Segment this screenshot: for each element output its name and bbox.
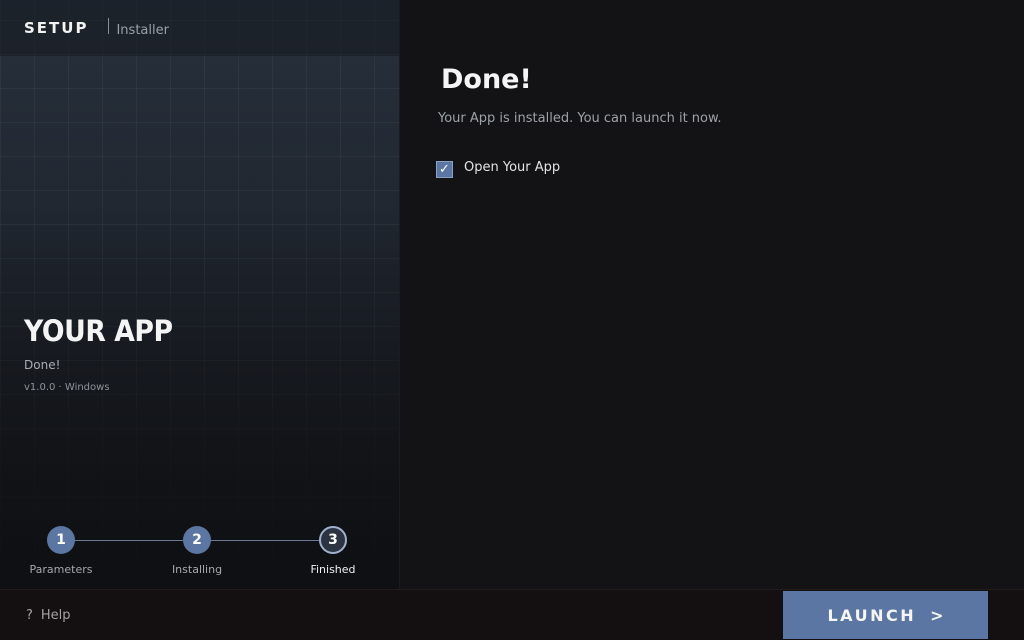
launch-label: LAUNCH (827, 605, 917, 625)
app-info: YOUR APP Done! v1.0.0 · Windows (24, 314, 186, 393)
open-app-option[interactable]: ✓ Open Your App (436, 160, 560, 178)
brand-bar: SETUP Installer (0, 0, 399, 56)
footer-bar: ? Help LAUNCH > (0, 589, 1024, 640)
step-installing: 2 Installing (152, 526, 242, 576)
app-version-platform: v1.0.0 · Windows (24, 382, 110, 393)
step-label-current: Finished (310, 563, 356, 576)
open-app-label[interactable]: Open Your App (464, 160, 560, 175)
brand-divider (108, 18, 110, 34)
app-name: YOUR APP (24, 314, 173, 348)
step-indicator: 1 Parameters 2 Installing 3 Finished (0, 520, 399, 589)
app-status: Done! (24, 358, 61, 372)
page-title: Done! (441, 64, 532, 95)
step-parameters: 1 Parameters (16, 526, 106, 576)
main-panel: Done! Your App is installed. You can lau… (401, 0, 1024, 589)
step-finished: 3 Finished (288, 526, 378, 576)
brand-title: SETUP (24, 19, 89, 37)
install-complete-message: Your App is installed. You can launch it… (438, 111, 722, 126)
help-link[interactable]: ? Help (26, 608, 71, 623)
launch-button[interactable]: LAUNCH > (783, 591, 988, 639)
step-number: 2 (183, 526, 211, 554)
help-label: Help (40, 608, 71, 623)
arrow-right-icon: > (930, 605, 944, 625)
step-label: Parameters (29, 563, 93, 576)
checkmark-icon: ✓ (439, 162, 450, 177)
help-icon: ? (26, 608, 33, 623)
step-label: Installing (171, 563, 223, 576)
open-app-checkbox[interactable]: ✓ (436, 161, 453, 178)
step-number-current: 3 (319, 526, 347, 554)
installer-window: SETUP Installer YOUR APP Done! v1.0.0 · … (0, 0, 1024, 640)
sidebar-panel: SETUP Installer YOUR APP Done! v1.0.0 · … (0, 0, 400, 589)
brand-subtitle: Installer (116, 22, 169, 38)
step-number: 1 (47, 526, 75, 554)
